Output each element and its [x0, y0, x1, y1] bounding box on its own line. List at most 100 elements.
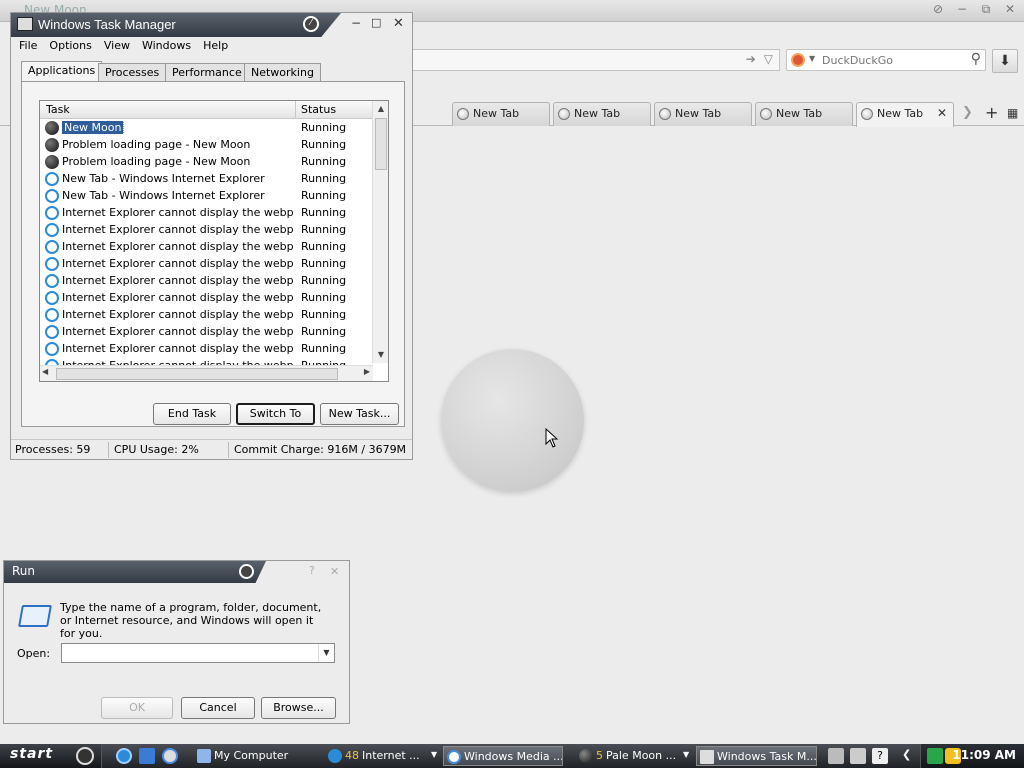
close-icon[interactable]: ✕ — [1002, 2, 1018, 17]
table-row[interactable]: New Tab - Windows Internet Explorer Runni… — [40, 188, 373, 205]
search-input[interactable] — [822, 54, 942, 67]
table-row[interactable]: Internet Explorer cannot display the web… — [40, 341, 373, 358]
switch-to-button[interactable]: Switch To — [236, 403, 315, 425]
taskbar-item-windows-media[interactable]: Windows Media ... — [443, 746, 563, 766]
tabs-scroll-right-icon[interactable]: ❯ — [962, 105, 973, 120]
scroll-right-icon[interactable]: ▶ — [364, 367, 370, 376]
scroll-thumb[interactable] — [56, 368, 338, 380]
horizontal-scrollbar[interactable]: ◀ ▶ — [40, 365, 373, 381]
column-separator[interactable] — [295, 101, 296, 119]
tab-processes[interactable]: Processes — [98, 63, 167, 81]
scroll-up-icon[interactable]: ▲ — [374, 101, 388, 117]
ie-alt-icon[interactable] — [139, 748, 155, 764]
end-task-button[interactable]: End Task — [153, 403, 231, 425]
group-dropdown-icon[interactable]: ▼ — [431, 750, 437, 759]
scroll-thumb[interactable] — [375, 118, 387, 170]
table-row[interactable]: Internet Explorer cannot display the web… — [40, 256, 373, 273]
help-icon[interactable]: ⁄ — [303, 16, 319, 32]
restore-icon[interactable]: ⧉ — [978, 2, 994, 17]
expand-tray-icon[interactable]: ❮ — [902, 748, 911, 761]
duckduckgo-icon[interactable] — [791, 53, 805, 67]
ie-icon — [45, 206, 59, 220]
tab-new-tab-3[interactable]: New Tab — [654, 102, 752, 126]
url-dropdown-icon[interactable]: ▽ — [764, 52, 773, 66]
column-status[interactable]: Status — [301, 103, 336, 116]
tab-performance[interactable]: Performance — [165, 63, 249, 81]
menu-options[interactable]: Options — [43, 37, 97, 55]
go-arrow-icon[interactable]: ➔ — [746, 52, 756, 66]
clock[interactable]: 11:09 AM — [952, 748, 1016, 762]
minimize-icon[interactable]: − — [954, 2, 970, 17]
menu-bar: File Options View Windows Help — [13, 37, 234, 55]
tab-new-tab-2[interactable]: New Tab — [553, 102, 651, 126]
cancel-button[interactable]: Cancel — [181, 697, 255, 719]
help-icon[interactable]: ⊘ — [930, 2, 946, 17]
menu-windows[interactable]: Windows — [136, 37, 197, 55]
tab-close-icon[interactable]: ✕ — [937, 106, 947, 120]
processes-count: Processes: 59 — [15, 443, 91, 456]
pencil-icon[interactable] — [828, 748, 844, 764]
taskbar-item-internet[interactable]: 48 Internet ... — [325, 746, 431, 766]
minimize-icon[interactable]: − — [351, 16, 361, 30]
vertical-scrollbar[interactable]: ▲ ▼ — [372, 101, 388, 363]
remote-desktop-icon[interactable] — [850, 748, 866, 764]
task-name: Internet Explorer cannot display the web… — [62, 257, 294, 270]
magnifier-icon[interactable]: ⚲ — [971, 51, 981, 67]
task-list[interactable]: Task Status New Moon Running Problem loadi… — [39, 100, 389, 382]
taskbar-item-pale-moon[interactable]: 5 Pale Moon ... — [576, 746, 682, 766]
group-dropdown-icon[interactable]: ▼ — [683, 750, 689, 759]
table-row[interactable]: Internet Explorer cannot display the web… — [40, 324, 373, 341]
table-row[interactable]: Problem loading page - New Moon Running — [40, 154, 373, 171]
scroll-left-icon[interactable]: ◀ — [42, 367, 48, 376]
table-row[interactable]: Internet Explorer cannot display the web… — [40, 273, 373, 290]
menu-view[interactable]: View — [98, 37, 136, 55]
taskbar-item-task-manager[interactable]: Windows Task M... — [696, 746, 817, 766]
close-icon[interactable]: ✕ — [393, 16, 404, 31]
new-tab-plus-icon[interactable]: + — [985, 103, 998, 122]
table-row[interactable]: Internet Explorer cannot display the web… — [40, 290, 373, 307]
table-row[interactable]: Internet Explorer cannot display the web… — [40, 239, 373, 256]
close-icon[interactable]: ✕ — [330, 565, 339, 578]
taskbar-item-my-computer[interactable]: My Computer — [194, 746, 318, 766]
table-row[interactable]: Internet Explorer cannot display the web… — [40, 205, 373, 222]
search-bar[interactable]: ▼ ⚲ — [786, 49, 986, 71]
network-icon[interactable] — [927, 748, 943, 764]
open-input[interactable]: ▼ — [61, 643, 335, 663]
ie-icon — [45, 308, 59, 322]
ie-icon — [45, 291, 59, 305]
menu-file[interactable]: File — [13, 37, 43, 55]
tab-new-tab-1[interactable]: New Tab — [452, 102, 550, 126]
titlebar-background[interactable] — [4, 561, 266, 583]
tab-new-tab-4[interactable]: New Tab — [755, 102, 853, 126]
column-task[interactable]: Task — [46, 103, 70, 116]
task-name: Internet Explorer cannot display the web… — [62, 291, 294, 304]
tab-applications[interactable]: Applications — [21, 61, 103, 82]
ok-button[interactable]: OK — [101, 697, 173, 719]
all-tabs-icon[interactable]: ▦ — [1007, 106, 1018, 120]
new-task-button[interactable]: New Task... — [320, 403, 399, 425]
media-player-icon[interactable] — [162, 748, 178, 764]
table-row[interactable]: New Moon Running — [40, 120, 373, 137]
table-row[interactable]: Internet Explorer cannot display the web… — [40, 307, 373, 324]
ie-icon[interactable] — [116, 748, 132, 764]
table-row[interactable]: New Tab - Windows Internet Explorer Runni… — [40, 171, 373, 188]
downloads-button[interactable]: ⬇ — [992, 49, 1018, 73]
browse-button[interactable]: Browse... — [261, 697, 336, 719]
tab-networking[interactable]: Networking — [244, 63, 321, 81]
task-status: Running — [301, 325, 347, 338]
run-description: Type the name of a program, folder, docu… — [60, 601, 322, 640]
table-row[interactable]: Internet Explorer cannot display the web… — [40, 222, 373, 239]
help-circle-icon[interactable] — [239, 564, 254, 579]
task-manager-titlebar[interactable]: Windows Task Manager ⁄ − □ ✕ — [11, 13, 412, 37]
help-icon[interactable]: ? — [872, 748, 888, 764]
maximize-icon[interactable]: □ — [371, 16, 381, 29]
chevron-down-icon[interactable]: ▼ — [318, 644, 334, 662]
url-bar[interactable]: ➔ ▽ — [408, 49, 780, 71]
table-row[interactable]: Problem loading page - New Moon Running — [40, 137, 373, 154]
start-button[interactable]: start — [0, 744, 102, 768]
menu-help[interactable]: Help — [197, 37, 234, 55]
task-name: New Moon — [62, 121, 294, 134]
question-icon[interactable]: ? — [309, 564, 315, 577]
search-engine-dropdown-icon[interactable]: ▼ — [809, 54, 815, 63]
scroll-down-icon[interactable]: ▼ — [374, 347, 388, 363]
